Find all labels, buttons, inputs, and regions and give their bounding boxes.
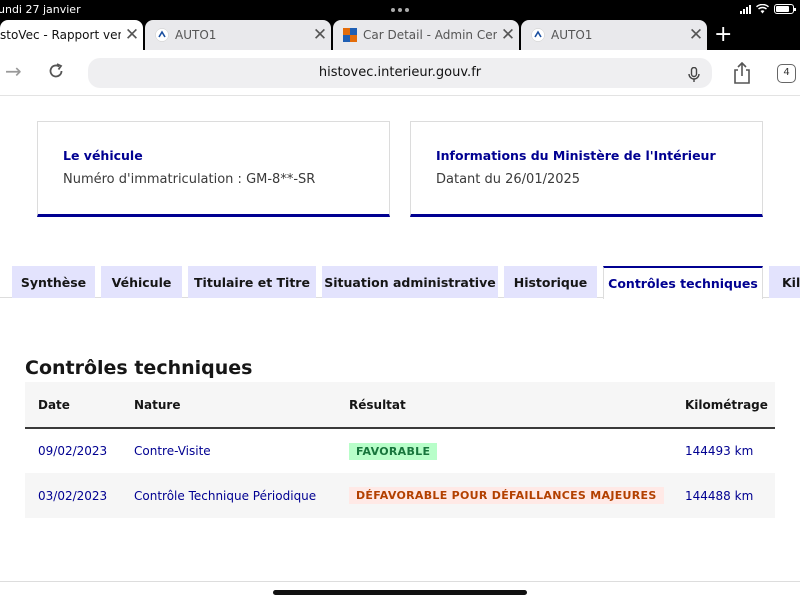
- ministry-card-heading: Informations du Ministère de l'Intérieur: [436, 148, 716, 163]
- forward-arrow-icon[interactable]: →: [5, 59, 22, 83]
- table-row: 03/02/2023 Contrôle Technique Périodique…: [25, 473, 775, 518]
- auto1-favicon-icon: [155, 28, 169, 42]
- vehicle-card-heading: Le véhicule: [63, 148, 143, 163]
- close-tab-icon[interactable]: ✕: [497, 25, 519, 45]
- multitasking-dots-icon[interactable]: [391, 8, 409, 12]
- vehicle-card-text: Numéro d'immatriculation : GM-8**-SR: [63, 172, 316, 187]
- tab-situation-administrative[interactable]: Situation administrative: [322, 266, 498, 298]
- column-header-resultat: Résultat: [336, 382, 672, 429]
- controles-table: Date Nature Résultat Kilométrage 09/02/2…: [25, 382, 775, 518]
- column-header-kilometrage: Kilométrage: [672, 382, 775, 429]
- table-header-row: Date Nature Résultat Kilométrage: [25, 382, 775, 429]
- close-tab-icon[interactable]: ✕: [685, 25, 707, 45]
- status-bar: undi 27 janvier: [0, 0, 800, 20]
- status-date: undi 27 janvier: [0, 3, 81, 16]
- close-tab-icon[interactable]: ✕: [121, 25, 143, 45]
- battery-icon: [774, 4, 796, 14]
- tab-historique[interactable]: Historique: [504, 266, 597, 298]
- browser-tab-title: Car Detail - Admin Cente: [363, 28, 497, 42]
- browser-tab-title: AUTO1: [551, 28, 593, 42]
- tab-vehicule[interactable]: Véhicule: [101, 266, 182, 298]
- browser-tab-title: AUTO1: [175, 28, 217, 42]
- browser-tab-title: stoVec - Rapport vend: [0, 28, 121, 42]
- microphone-icon[interactable]: [688, 65, 700, 95]
- tab-overview-button[interactable]: 4: [777, 64, 796, 83]
- cell-nature: Contre-Visite: [134, 444, 211, 458]
- ministry-card: Informations du Ministère de l'Intérieur…: [410, 121, 763, 217]
- browser-tab-histovec[interactable]: stoVec - Rapport vend ✕: [0, 20, 143, 50]
- browser-tab-bar: stoVec - Rapport vend ✕ AUTO1 ✕ Car Deta…: [0, 20, 800, 50]
- column-header-nature: Nature: [121, 382, 336, 429]
- share-icon[interactable]: [732, 61, 752, 88]
- auto1-favicon-icon: [531, 28, 545, 42]
- url-text: histovec.interieur.gouv.fr: [318, 65, 482, 80]
- cell-nature: Contrôle Technique Périodique: [121, 473, 336, 518]
- status-badge: DÉFAVORABLE POUR DÉFAILLANCES MAJEURES: [349, 487, 664, 504]
- browser-tab-car-detail[interactable]: Car Detail - Admin Cente ✕: [333, 20, 519, 50]
- ministry-card-text: Datant du 26/01/2025: [436, 172, 581, 187]
- status-badge: FAVORABLE: [349, 442, 438, 460]
- cell-kilometrage: 144493 km: [685, 444, 754, 458]
- tab-controles-techniques[interactable]: Contrôles techniques: [603, 266, 763, 299]
- address-bar[interactable]: histovec.interieur.gouv.fr: [88, 58, 712, 88]
- close-tab-icon[interactable]: ✕: [309, 25, 331, 45]
- admin-center-favicon-icon: [343, 28, 357, 42]
- cell-resultat: FAVORABLE: [336, 428, 672, 473]
- tab-kilometrage[interactable]: Kil: [769, 266, 800, 298]
- cellular-signal-icon: [740, 4, 751, 14]
- column-header-date: Date: [25, 382, 121, 429]
- new-tab-icon[interactable]: +: [714, 22, 732, 47]
- section-title: Contrôles techniques: [25, 357, 253, 379]
- cell-date: 03/02/2023: [25, 473, 121, 518]
- cell-date: 09/02/2023: [38, 444, 108, 458]
- browser-tab-auto1[interactable]: AUTO1 ✕: [145, 20, 331, 50]
- vehicle-card: Le véhicule Numéro d'immatriculation : G…: [37, 121, 390, 217]
- cell-resultat: DÉFAVORABLE POUR DÉFAILLANCES MAJEURES: [336, 473, 672, 518]
- reload-icon[interactable]: [46, 61, 66, 85]
- tab-titulaire-titre[interactable]: Titulaire et Titre: [188, 266, 316, 298]
- home-indicator[interactable]: [273, 590, 527, 595]
- tab-synthese[interactable]: Synthèse: [12, 266, 95, 298]
- table-row: 09/02/2023 Contre-Visite FAVORABLE 14449…: [25, 428, 775, 473]
- cell-kilometrage: 144488 km: [672, 473, 775, 518]
- browser-tab-auto1-2[interactable]: AUTO1 ✕: [521, 20, 707, 50]
- browser-toolbar: → histovec.interieur.gouv.fr 4: [0, 50, 800, 96]
- wifi-icon: [756, 4, 769, 14]
